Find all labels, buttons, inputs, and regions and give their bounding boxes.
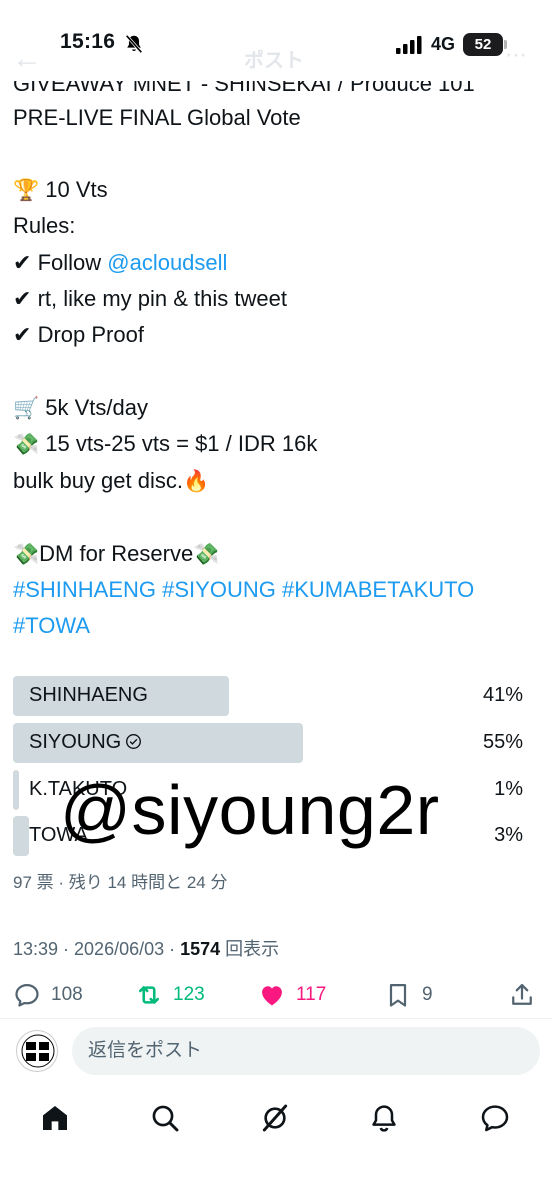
- check-circle-icon: [126, 734, 142, 749]
- bell-muted-icon: [125, 34, 143, 54]
- poll-option-label-wrap: SIYOUNG: [29, 731, 142, 754]
- fire-icon: 🔥: [182, 469, 210, 493]
- reply-icon: [15, 983, 39, 1007]
- stock-text: 5k Vts/day: [45, 395, 148, 420]
- signal-icon: [396, 36, 422, 54]
- prize-text: 10 Vts: [45, 177, 108, 202]
- poll-option-percent: 3%: [494, 824, 523, 846]
- like-count: 117: [296, 984, 327, 1005]
- tweet-line-bulk: bulk buy get disc.🔥: [13, 463, 209, 499]
- rule-3: ✔ Drop Proof: [13, 317, 144, 353]
- more-icon[interactable]: ⋯: [505, 42, 527, 68]
- check-icon: ✔: [13, 250, 32, 275]
- tweet-line-title: PRE-LIVE FINAL Global Vote: [13, 105, 301, 130]
- like-button[interactable]: 117: [258, 978, 326, 1012]
- repost-icon: [138, 986, 160, 1004]
- rule-1-prefix: Follow: [37, 250, 108, 275]
- money-wings-icon: 💸: [13, 432, 40, 456]
- poll-option-percent: 55%: [482, 731, 523, 753]
- price-text: 15 vts-25 vts = $1 / IDR 16k: [45, 431, 318, 456]
- bulk-text: bulk buy get disc.: [13, 468, 183, 493]
- poll-option: SIYOUNG 55%: [13, 723, 523, 763]
- hashtags-line-1[interactable]: #SHINHAENG #SIYOUNG #KUMABETAKUTO: [13, 572, 474, 608]
- bookmark-button[interactable]: 9: [384, 978, 433, 1012]
- check-icon: ✔: [13, 322, 32, 347]
- network-type: 4G: [431, 34, 456, 54]
- poll-option: SHINHAENG 41%: [13, 676, 523, 716]
- poll-option-label: SHINHAENG: [29, 684, 148, 706]
- timestamp: 13:39 · 2026/06/03 · 1574 回表示: [13, 935, 279, 961]
- status-bar: ← ポスト 15:16 4G 52 ⋯: [0, 0, 552, 88]
- rule-2-text: rt, like my pin & this tweet: [37, 286, 287, 311]
- repost-button[interactable]: 123: [135, 978, 205, 1012]
- timestamp-date: 13:39 · 2026/06/03 ·: [13, 939, 181, 959]
- bookmark-count: 9: [422, 984, 433, 1005]
- view-suffix: 回表示: [220, 939, 280, 959]
- grok-icon[interactable]: [259, 1102, 291, 1134]
- dm-text: DM for Reserve: [39, 541, 194, 566]
- battery-icon: 52: [463, 33, 503, 56]
- reply-count: 108: [51, 984, 83, 1005]
- poll-bar: [13, 816, 29, 856]
- watermark: @siyoung2r: [60, 771, 440, 849]
- mention-link[interactable]: @acloudsell: [107, 250, 227, 275]
- rule-1: ✔ Follow @acloudsell: [13, 245, 227, 281]
- reply-input[interactable]: [72, 1027, 540, 1075]
- share-button[interactable]: [508, 978, 536, 1012]
- cart-icon: 🛒: [13, 396, 40, 420]
- rule-2: ✔ rt, like my pin & this tweet: [13, 281, 287, 317]
- money-wings-icon: 💸: [193, 542, 220, 566]
- divider: [0, 1018, 552, 1019]
- messages-icon[interactable]: [479, 1102, 511, 1134]
- check-icon: ✔: [13, 286, 32, 311]
- battery-level: 52: [474, 36, 492, 53]
- view-count: 1574: [180, 939, 221, 959]
- poll-meta: 97 票 · 残り 14 時間と 24 分: [13, 873, 228, 892]
- avatar-logo-icon: [21, 1034, 55, 1068]
- poll-option-label: SIYOUNG: [29, 731, 122, 753]
- poll-option-percent: 1%: [494, 778, 523, 800]
- status-time: 15:16: [60, 30, 116, 53]
- poll-bar: [13, 770, 19, 810]
- repost-count: 123: [173, 984, 205, 1005]
- tweet-line-stock: 🛒 5k Vts/day: [13, 390, 148, 426]
- trophy-icon: 🏆: [13, 178, 40, 202]
- header-title: ポスト: [244, 50, 304, 72]
- tweet-line-dm: 💸DM for Reserve💸: [13, 536, 219, 572]
- rules-title: Rules:: [13, 213, 76, 238]
- poll-option-percent: 41%: [482, 684, 523, 706]
- heart-icon: [262, 986, 282, 1006]
- home-icon[interactable]: [39, 1102, 71, 1134]
- money-wings-icon: 💸: [13, 542, 40, 566]
- search-icon[interactable]: [149, 1102, 181, 1134]
- bookmark-icon: [389, 983, 407, 1007]
- avatar-logo: [21, 1034, 55, 1071]
- tweet-line-prize: 🏆 10 Vts: [13, 172, 108, 208]
- tweet-line-price: 💸 15 vts-25 vts = $1 / IDR 16k: [13, 426, 317, 462]
- avatar[interactable]: [16, 1030, 58, 1072]
- back-arrow-icon[interactable]: ←: [12, 42, 42, 76]
- reply-button[interactable]: 108: [13, 978, 83, 1012]
- rule-3-text: Drop Proof: [37, 322, 144, 347]
- notifications-icon[interactable]: [368, 1102, 400, 1134]
- share-icon: [512, 983, 532, 1005]
- hashtags-line-2[interactable]: #TOWA: [13, 608, 90, 644]
